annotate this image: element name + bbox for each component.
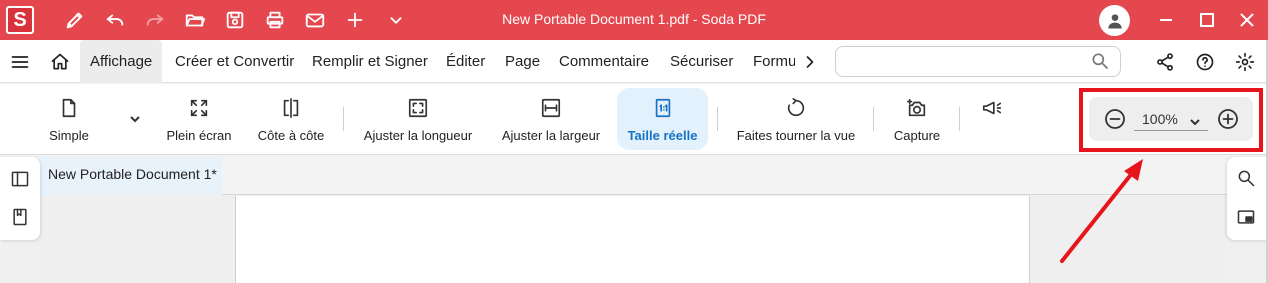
tool-label: Côte à côte <box>257 128 325 143</box>
announcement-button[interactable] <box>974 88 1010 150</box>
title-bar: S New Portable Document 1.pdf - Soda PDF <box>0 0 1268 40</box>
toolbar-separator <box>717 107 718 131</box>
share-icon[interactable] <box>1153 50 1177 74</box>
chevron-right-icon[interactable] <box>798 50 822 74</box>
left-panel-rail <box>0 157 40 240</box>
minimize-icon[interactable] <box>1154 8 1178 32</box>
tab-securiser[interactable]: Sécuriser <box>670 40 733 83</box>
app-logo: S <box>6 6 34 34</box>
search-box[interactable] <box>835 46 1121 77</box>
capture-button[interactable]: Capture <box>886 88 948 150</box>
tab-remplir-et-signer[interactable]: Remplir et Signer <box>312 40 428 83</box>
side-by-side-icon <box>279 96 303 120</box>
actual-size-button[interactable]: Taille réelle <box>617 88 708 150</box>
fullscreen-button[interactable]: Plein écran <box>160 88 238 150</box>
tool-label: Faites tourner la vue <box>736 128 856 143</box>
rotate-icon <box>784 96 808 120</box>
tab-creer-et-convertir[interactable]: Créer et Convertir <box>175 40 294 83</box>
redo-icon[interactable] <box>143 8 167 32</box>
document-tab[interactable]: New Portable Document 1* <box>40 157 222 195</box>
ribbon-tabs: Affichage Créer et Convertir Remplir et … <box>0 40 795 83</box>
tool-label: Taille réelle <box>627 128 698 143</box>
undo-icon[interactable] <box>103 8 127 32</box>
bookmark-icon[interactable] <box>8 205 32 229</box>
zoom-highlight-annotation <box>1079 88 1263 152</box>
search-panel-icon[interactable] <box>1234 166 1258 190</box>
view-mode-chevron-down-icon[interactable] <box>128 112 142 126</box>
open-folder-icon[interactable] <box>183 8 207 32</box>
tool-label: Ajuster la largeur <box>501 128 601 143</box>
fit-height-icon <box>406 96 430 120</box>
fullscreen-icon <box>187 96 211 120</box>
search-icon[interactable] <box>1090 51 1112 73</box>
plus-icon[interactable] <box>343 8 367 32</box>
pen-icon[interactable] <box>63 8 87 32</box>
save-icon[interactable] <box>223 8 247 32</box>
picture-in-picture-icon[interactable] <box>1234 205 1258 229</box>
menu-bar: Affichage Créer et Convertir Remplir et … <box>0 40 1268 83</box>
tab-formulaires[interactable]: Formu <box>753 40 795 83</box>
side-by-side-button[interactable]: Côte à côte <box>252 88 330 150</box>
document-tab-bar: New Portable Document 1* <box>40 157 1227 195</box>
hamburger-menu-icon[interactable] <box>8 50 32 74</box>
chevron-down-icon[interactable] <box>384 8 408 32</box>
tool-label: Plein écran <box>166 128 232 143</box>
toolbar-separator <box>959 107 960 131</box>
mail-icon[interactable] <box>303 8 327 32</box>
right-panel-rail <box>1227 157 1268 240</box>
search-input[interactable] <box>836 47 1086 76</box>
fit-width-button[interactable]: Ajuster la largeur <box>494 88 608 150</box>
view-toolbar: Simple Plein écran Côte à côte Ajuster l… <box>0 84 1268 155</box>
tab-commentaire[interactable]: Commentaire <box>559 40 649 83</box>
gear-icon[interactable] <box>1233 50 1257 74</box>
tool-label: Ajuster la longueur <box>363 128 473 143</box>
simple-view-button[interactable]: Simple <box>40 88 98 150</box>
megaphone-icon <box>980 96 1004 120</box>
tab-editer[interactable]: Éditer <box>446 40 485 83</box>
close-icon[interactable] <box>1235 8 1259 32</box>
tab-page[interactable]: Page <box>505 40 540 83</box>
fit-height-button[interactable]: Ajuster la longueur <box>357 88 479 150</box>
toolbar-separator <box>343 107 344 131</box>
page-icon <box>57 96 81 120</box>
user-avatar-icon[interactable] <box>1099 5 1130 36</box>
tab-affichage[interactable]: Affichage <box>80 40 163 83</box>
rotate-view-button[interactable]: Faites tourner la vue <box>732 88 860 150</box>
document-page[interactable] <box>235 196 1030 283</box>
actual-size-icon <box>651 96 675 120</box>
toolbar-separator <box>873 107 874 131</box>
fit-width-icon <box>539 96 563 120</box>
home-icon[interactable] <box>48 50 72 74</box>
help-icon[interactable] <box>1193 50 1217 74</box>
sidebar-panel-icon[interactable] <box>8 167 32 191</box>
tool-label: Capture <box>893 128 941 143</box>
maximize-icon[interactable] <box>1195 8 1219 32</box>
print-icon[interactable] <box>263 8 287 32</box>
camera-icon <box>905 96 929 120</box>
tool-label: Simple <box>49 128 89 143</box>
